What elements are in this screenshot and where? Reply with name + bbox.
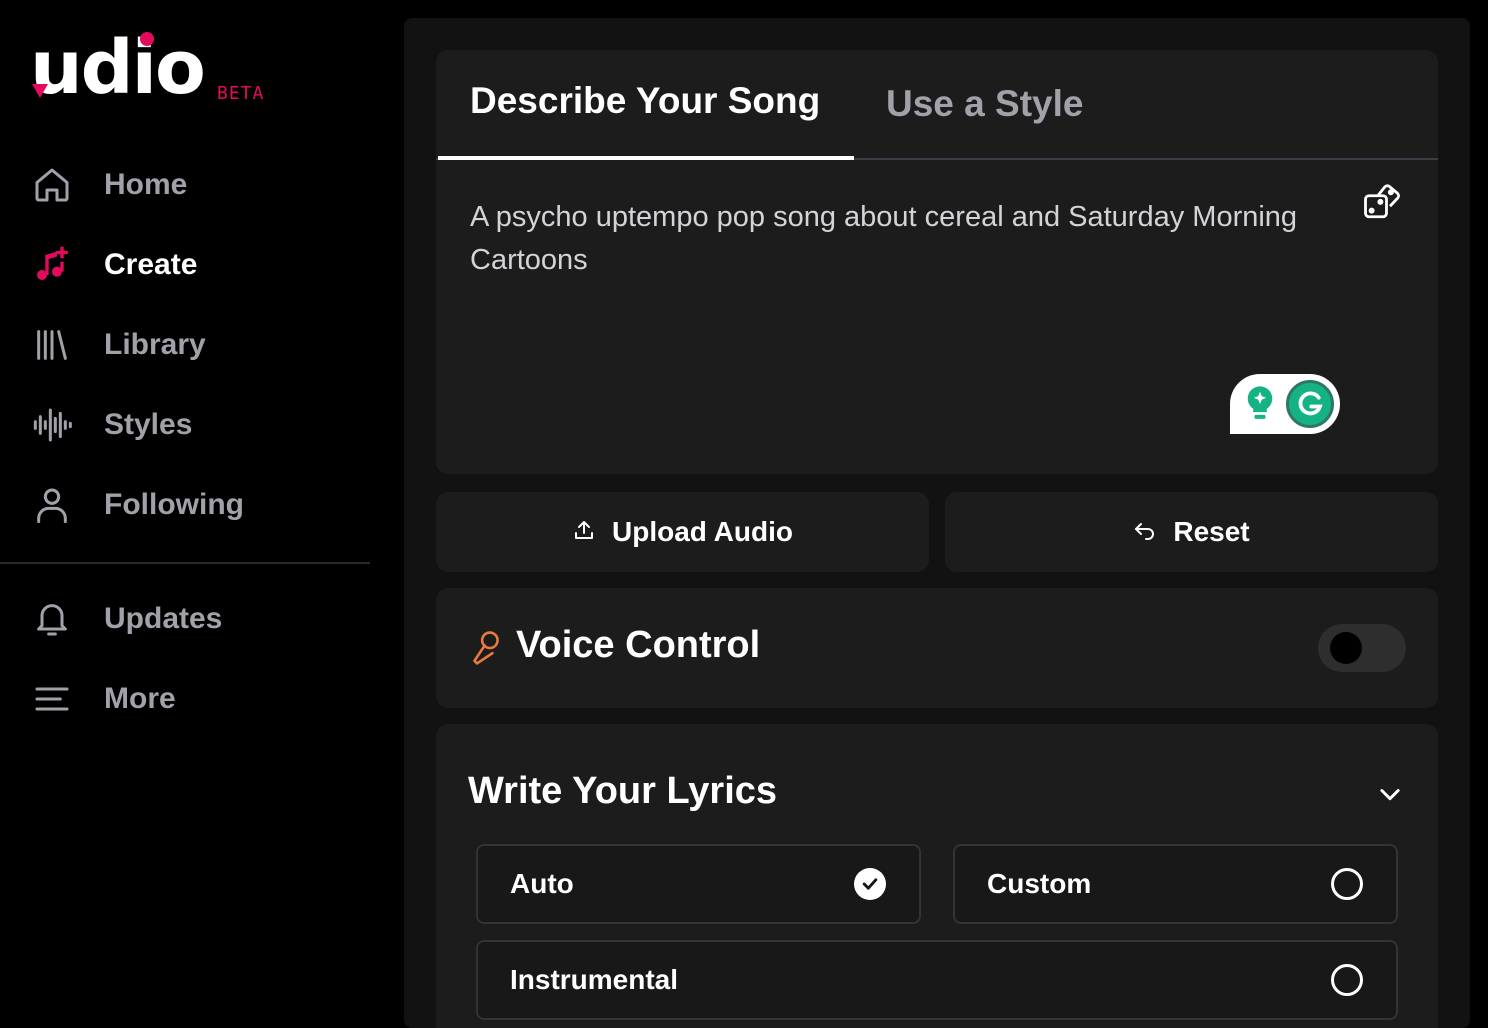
sidebar-item-following[interactable]: Following [30, 480, 350, 530]
voice-control-title: Voice Control [516, 624, 761, 666]
active-tab-indicator [438, 156, 854, 160]
sidebar-item-label: Following [104, 488, 244, 521]
sidebar-item-label: Library [104, 328, 206, 361]
tab-describe-your-song[interactable]: Describe Your Song [470, 80, 820, 122]
bell-icon [30, 597, 74, 641]
lyrics-title: Write Your Lyrics [468, 770, 778, 812]
option-label: Auto [510, 868, 574, 899]
udio-logo[interactable]: udio BETA [30, 28, 290, 108]
home-icon [30, 163, 74, 207]
sidebar-item-create[interactable]: Create [30, 240, 350, 290]
sidebar-item-label: Styles [104, 408, 193, 441]
beta-badge: BETA [217, 83, 265, 104]
voice-control-toggle[interactable] [1318, 624, 1406, 672]
music-plus-icon [30, 243, 74, 287]
radio-circle-icon [1331, 964, 1363, 996]
chevron-down-icon[interactable] [1376, 780, 1404, 808]
lyrics-option-custom[interactable]: Custom [953, 844, 1398, 924]
sidebar: udio BETA Home Create Library Styles Fol… [0, 0, 370, 1028]
voice-control-card: Voice Control [436, 588, 1438, 708]
microphone-icon [470, 630, 502, 666]
lightbulb-icon [1240, 384, 1280, 424]
library-icon [30, 323, 74, 367]
reset-button[interactable]: Reset [945, 492, 1438, 572]
upload-icon [572, 518, 596, 547]
sidebar-item-home[interactable]: Home [30, 160, 350, 210]
sidebar-item-label: Updates [104, 602, 223, 635]
create-panel: Describe Your Song Use a Style A psycho … [404, 18, 1470, 1028]
option-label: Custom [987, 868, 1092, 899]
reset-label: Reset [1173, 516, 1250, 547]
logo-text: udio [30, 25, 206, 111]
song-description-input[interactable]: A psycho uptempo pop song about cereal a… [470, 196, 1330, 282]
dice-icon[interactable] [1362, 180, 1404, 222]
lyrics-card: Write Your Lyrics Auto Custom Instrument… [436, 724, 1438, 1028]
prompt-tabs: Describe Your Song Use a Style [436, 50, 1438, 160]
option-label: Instrumental [510, 964, 679, 995]
upload-audio-label: Upload Audio [612, 516, 793, 547]
undo-icon [1133, 518, 1157, 547]
prompt-card: Describe Your Song Use a Style A psycho … [436, 50, 1438, 474]
upload-audio-button[interactable]: Upload Audio [436, 492, 929, 572]
lyrics-option-auto[interactable]: Auto [476, 844, 921, 924]
sidebar-item-label: Create [104, 248, 198, 281]
lyrics-option-instrumental[interactable]: Instrumental [476, 940, 1398, 1020]
logo-dot [140, 32, 154, 46]
user-icon [30, 483, 74, 527]
sidebar-item-more[interactable]: More [30, 674, 350, 724]
toggle-knob [1330, 632, 1362, 664]
sidebar-item-label: More [104, 682, 176, 715]
menu-icon [30, 677, 74, 721]
radio-circle-icon [1331, 868, 1363, 900]
waveform-icon [30, 403, 74, 447]
sidebar-item-styles[interactable]: Styles [30, 400, 350, 450]
sidebar-item-library[interactable]: Library [30, 320, 350, 370]
sidebar-divider [0, 562, 370, 564]
sidebar-item-updates[interactable]: Updates [30, 594, 350, 644]
sidebar-item-label: Home [104, 168, 188, 201]
grammarly-logo-icon [1286, 380, 1334, 428]
check-circle-icon [854, 868, 886, 900]
tab-use-a-style[interactable]: Use a Style [886, 83, 1083, 125]
grammarly-icon[interactable] [1230, 374, 1340, 434]
logo-accent-mark [32, 84, 48, 98]
